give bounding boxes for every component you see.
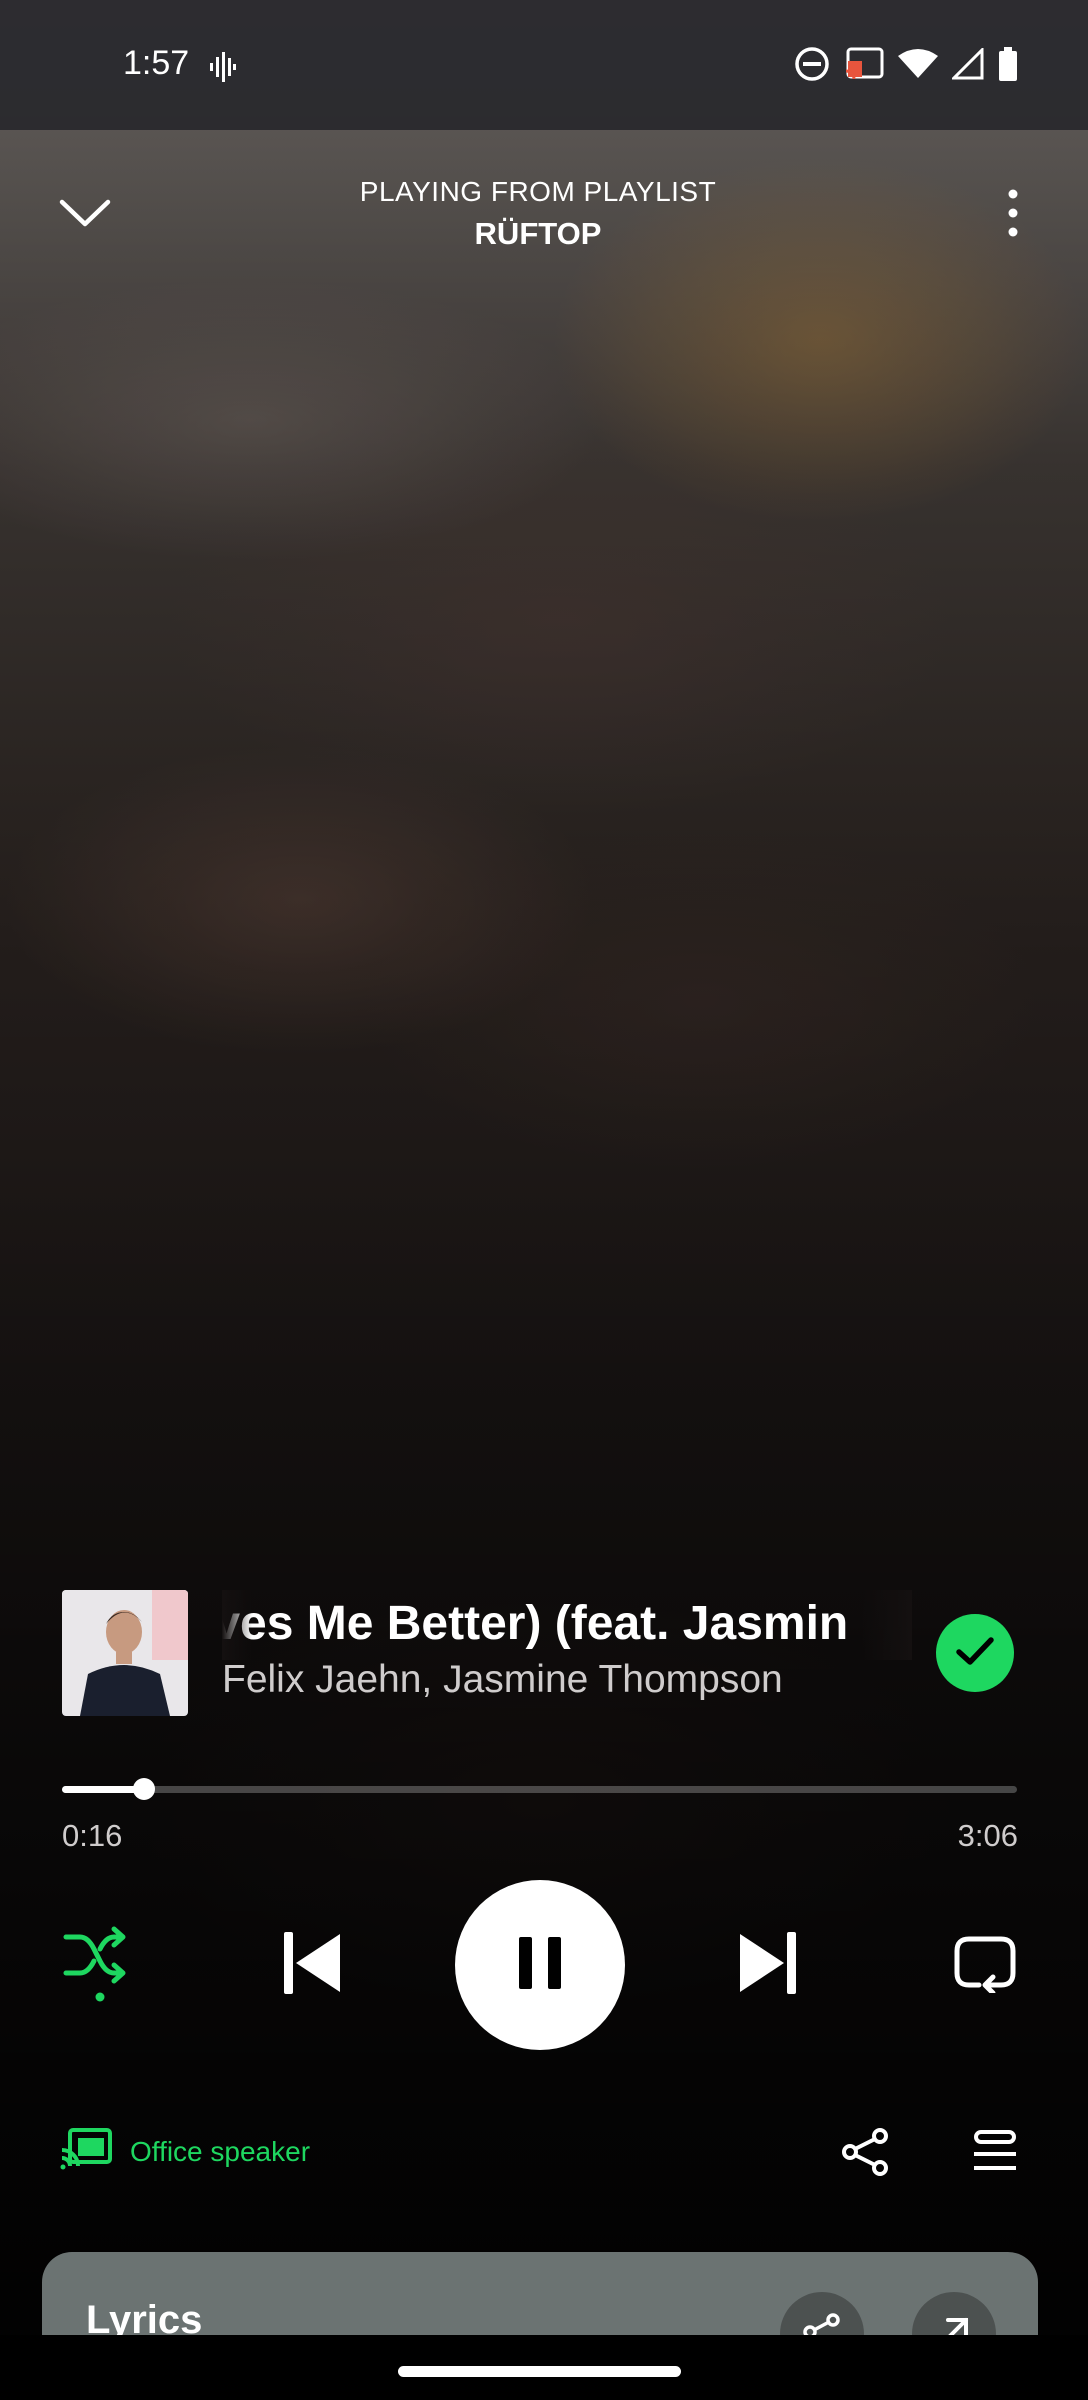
playback-controls (0, 1880, 1088, 2050)
album-thumbnail[interactable] (62, 1590, 188, 1716)
repeat-button[interactable] (945, 1925, 1025, 2005)
shuffle-icon (60, 1923, 130, 2008)
status-time: 1:57 (123, 44, 190, 82)
queue-button[interactable] (965, 2124, 1025, 2184)
previous-button[interactable] (272, 1925, 352, 2005)
track-artist[interactable]: Felix Jaehn, Jasmine Thompson (222, 1658, 783, 1702)
device-name: Office speaker (130, 2135, 311, 2167)
pause-button[interactable] (455, 1880, 625, 2050)
playing-from-label: PLAYING FROM PLAYLIST (359, 176, 717, 207)
bottom-actions: Office speaker (0, 2120, 1088, 2190)
skip-next-icon (738, 1930, 798, 2001)
share-icon (841, 2127, 891, 2182)
time-elapsed: 0:16 (62, 1818, 123, 1853)
cast-device-icon (60, 2128, 112, 2175)
playlist-name[interactable]: RÜFTOP (0, 216, 1076, 252)
gesture-nav-bar (0, 2335, 1088, 2400)
pause-icon (517, 1936, 563, 1994)
time-total: 3:06 (957, 1818, 1018, 1853)
liked-button[interactable] (936, 1614, 1014, 1692)
track-info: oves Me Better) (feat. Jasmin Felix Jaeh… (62, 1590, 1022, 1716)
status-bar: 1:57 (0, 0, 1088, 130)
track-title[interactable]: oves Me Better) (feat. Jasmin (222, 1596, 848, 1651)
wifi-icon (898, 48, 938, 85)
progress-bar[interactable] (62, 1778, 1017, 1800)
cast-icon (844, 47, 884, 86)
connected-device[interactable]: Office speaker (60, 2128, 310, 2175)
home-indicator[interactable] (398, 2366, 681, 2377)
sound-wave-icon (208, 52, 236, 87)
progress-fill (62, 1786, 145, 1793)
progress-knob[interactable] (133, 1778, 156, 1800)
signal-icon (950, 46, 984, 85)
now-playing-screen: 1:57 PLAYING FROM PLAYLIST RÜFTOP oves M… (0, 0, 1088, 2400)
queue-icon (972, 2129, 1018, 2179)
checkmark-icon (955, 1635, 995, 1672)
player-header: PLAYING FROM PLAYLIST RÜFTOP (0, 160, 1088, 270)
share-button[interactable] (836, 2124, 896, 2184)
more-vertical-icon (1007, 188, 1019, 243)
next-button[interactable] (728, 1925, 808, 2005)
skip-previous-icon (282, 1930, 342, 2001)
repeat-icon (953, 1933, 1017, 1998)
more-options-button[interactable] (978, 180, 1048, 250)
shuffle-button[interactable] (55, 1920, 135, 2010)
battery-icon (998, 47, 1018, 86)
do-not-disturb-icon (794, 46, 830, 87)
